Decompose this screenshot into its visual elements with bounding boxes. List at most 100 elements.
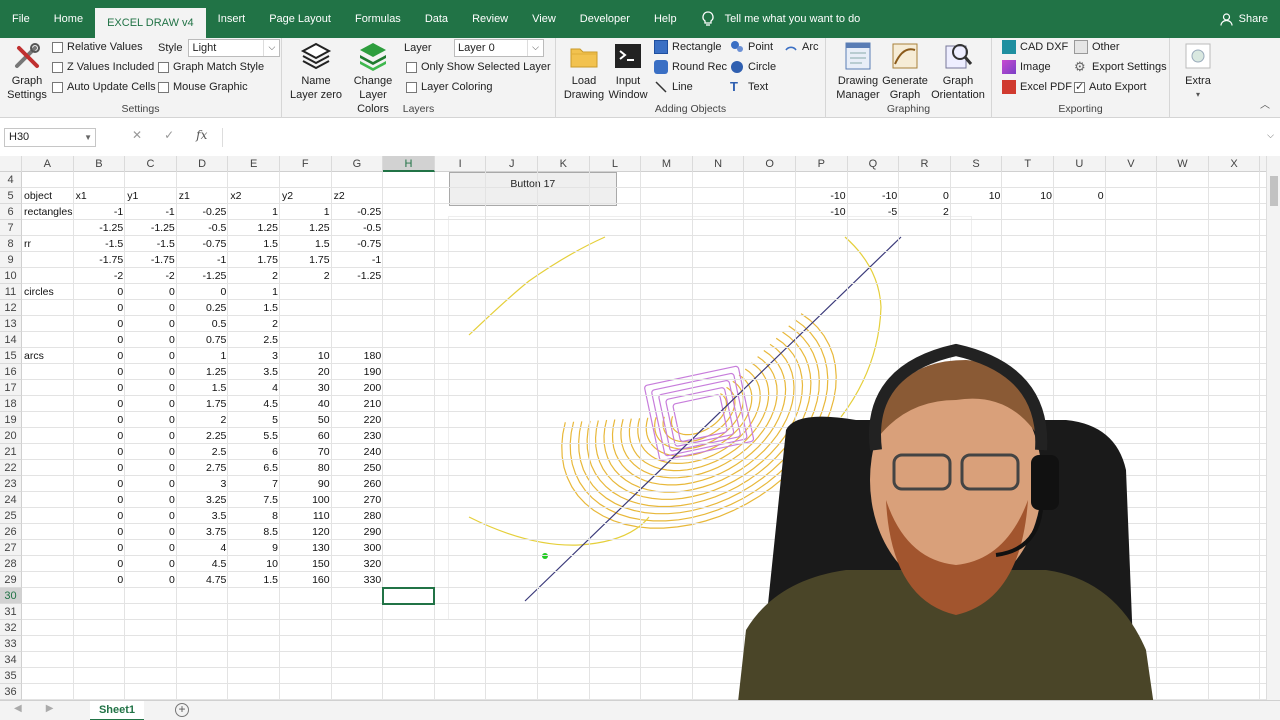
row-header-15[interactable]: 15 — [0, 348, 22, 364]
cell-f29[interactable]: 160 — [280, 572, 332, 588]
cell-d14[interactable]: 0.75 — [177, 332, 229, 348]
text-button[interactable]: T Text — [730, 80, 768, 94]
column-header-g[interactable]: G — [332, 156, 384, 172]
row-header-21[interactable]: 21 — [0, 444, 22, 460]
layer-dropdown[interactable]: Layer 0 ⌵ — [454, 39, 544, 57]
cell-g19[interactable]: 220 — [332, 412, 384, 428]
cell-r5[interactable]: 0 — [899, 188, 951, 204]
cell-a15[interactable]: arcs — [22, 348, 74, 364]
row-header-4[interactable]: 4 — [0, 172, 22, 188]
cell-b24[interactable]: 0 — [74, 492, 126, 508]
cell-g23[interactable]: 260 — [332, 476, 384, 492]
cell-c14[interactable]: 0 — [125, 332, 177, 348]
cell-d8[interactable]: -0.75 — [177, 236, 229, 252]
cell-g18[interactable]: 210 — [332, 396, 384, 412]
column-header-n[interactable]: N — [693, 156, 745, 172]
column-header-h[interactable]: H — [383, 156, 435, 172]
cell-g6[interactable]: -0.25 — [332, 204, 384, 220]
row-header-6[interactable]: 6 — [0, 204, 22, 220]
vertical-scrollbar[interactable] — [1266, 156, 1280, 700]
cell-b22[interactable]: 0 — [74, 460, 126, 476]
cell-f15[interactable]: 10 — [280, 348, 332, 364]
cell-f23[interactable]: 90 — [280, 476, 332, 492]
row-header-12[interactable]: 12 — [0, 300, 22, 316]
cell-b26[interactable]: 0 — [74, 524, 126, 540]
cell-p5[interactable]: -10 — [796, 188, 848, 204]
cell-c8[interactable]: -1.5 — [125, 236, 177, 252]
cell-c25[interactable]: 0 — [125, 508, 177, 524]
cell-e17[interactable]: 4 — [228, 380, 280, 396]
name-layer-zero-button[interactable]: Name Layer zero — [290, 40, 342, 102]
input-window-button[interactable]: Input Window — [606, 40, 650, 102]
cell-f16[interactable]: 20 — [280, 364, 332, 380]
tab-view[interactable]: View — [520, 0, 568, 38]
relative-values-checkbox[interactable]: Relative Values — [52, 41, 143, 53]
row-header-9[interactable]: 9 — [0, 252, 22, 268]
share-button[interactable]: Share — [1220, 0, 1268, 38]
cell-g16[interactable]: 190 — [332, 364, 384, 380]
cell-g21[interactable]: 240 — [332, 444, 384, 460]
row-header-31[interactable]: 31 — [0, 604, 22, 620]
cell-b19[interactable]: 0 — [74, 412, 126, 428]
cell-b17[interactable]: 0 — [74, 380, 126, 396]
tab-formulas[interactable]: Formulas — [343, 0, 413, 38]
tab-home[interactable]: Home — [42, 0, 95, 38]
cell-b27[interactable]: 0 — [74, 540, 126, 556]
graph-settings-button[interactable]: Graph Settings — [6, 40, 48, 102]
cell-f24[interactable]: 100 — [280, 492, 332, 508]
column-header-o[interactable]: O — [744, 156, 796, 172]
column-header-r[interactable]: R — [899, 156, 951, 172]
generate-graph-button[interactable]: Generate Graph — [882, 40, 928, 102]
cell-c9[interactable]: -1.75 — [125, 252, 177, 268]
cell-g7[interactable]: -0.5 — [332, 220, 384, 236]
cell-a11[interactable]: circles — [22, 284, 74, 300]
mouse-graphic-checkbox[interactable]: Mouse Graphic — [158, 81, 248, 93]
row-header-5[interactable]: 5 — [0, 188, 22, 204]
cell-c27[interactable]: 0 — [125, 540, 177, 556]
cell-b23[interactable]: 0 — [74, 476, 126, 492]
line-button[interactable]: Line — [654, 80, 693, 94]
cell-g25[interactable]: 280 — [332, 508, 384, 524]
cell-d7[interactable]: -0.5 — [177, 220, 229, 236]
scrollbar-thumb[interactable] — [1270, 176, 1278, 206]
cell-a8[interactable]: rr — [22, 236, 74, 252]
cell-f25[interactable]: 110 — [280, 508, 332, 524]
column-header-w[interactable]: W — [1157, 156, 1209, 172]
cell-d29[interactable]: 4.75 — [177, 572, 229, 588]
expand-formula-icon[interactable]: ⌵ — [1267, 130, 1274, 141]
cell-b5[interactable]: x1 — [74, 188, 126, 204]
row-header-35[interactable]: 35 — [0, 668, 22, 684]
rectangle-button[interactable]: Rectangle — [654, 40, 722, 54]
cell-b11[interactable]: 0 — [74, 284, 126, 300]
row-header-17[interactable]: 17 — [0, 380, 22, 396]
cell-g28[interactable]: 320 — [332, 556, 384, 572]
cell-g27[interactable]: 300 — [332, 540, 384, 556]
cell-a6[interactable]: rectangles — [22, 204, 74, 220]
round-rec-button[interactable]: Round Rec — [654, 60, 727, 74]
cell-d25[interactable]: 3.5 — [177, 508, 229, 524]
column-header-x[interactable]: X — [1209, 156, 1261, 172]
cell-e29[interactable]: 1.5 — [228, 572, 280, 588]
row-header-28[interactable]: 28 — [0, 556, 22, 572]
cell-e10[interactable]: 2 — [228, 268, 280, 284]
image-export-button[interactable]: Image — [1002, 60, 1051, 74]
cell-c22[interactable]: 0 — [125, 460, 177, 476]
row-header-27[interactable]: 27 — [0, 540, 22, 556]
cell-d5[interactable]: z1 — [177, 188, 229, 204]
cell-c28[interactable]: 0 — [125, 556, 177, 572]
cad-dxf-button[interactable]: CAD DXF — [1002, 40, 1068, 54]
button-17[interactable]: Button 17 — [448, 172, 617, 206]
column-header-p[interactable]: P — [796, 156, 848, 172]
row-header-25[interactable]: 25 — [0, 508, 22, 524]
cell-c17[interactable]: 0 — [125, 380, 177, 396]
cell-e16[interactable]: 3.5 — [228, 364, 280, 380]
cell-e19[interactable]: 5 — [228, 412, 280, 428]
cell-c23[interactable]: 0 — [125, 476, 177, 492]
column-header-s[interactable]: S — [951, 156, 1003, 172]
cell-e18[interactable]: 4.5 — [228, 396, 280, 412]
row-header-7[interactable]: 7 — [0, 220, 22, 236]
cell-c24[interactable]: 0 — [125, 492, 177, 508]
cell-e13[interactable]: 2 — [228, 316, 280, 332]
cell-c13[interactable]: 0 — [125, 316, 177, 332]
row-header-32[interactable]: 32 — [0, 620, 22, 636]
